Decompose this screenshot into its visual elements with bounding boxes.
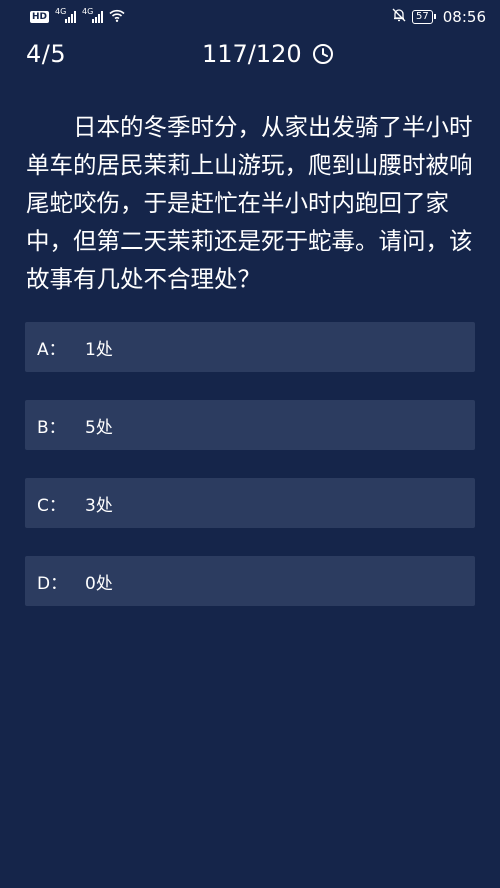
countdown-timer: 117/120 xyxy=(202,40,334,68)
signal-icon: 4G xyxy=(55,7,77,23)
battery-icon: 57 xyxy=(412,10,436,24)
signal-icon: 4G xyxy=(82,7,104,23)
option-b-button[interactable]: B： 5处 xyxy=(25,400,475,450)
option-letter: D： xyxy=(37,573,68,594)
question-text: 日本的冬季时分，从家出发骑了半小时单车的居民茉莉上山游玩，爬到山腰时被响尾蛇咬伤… xyxy=(26,113,473,293)
clock-icon xyxy=(312,43,334,65)
status-bar: HD 4G 4G 57 08:56 xyxy=(0,0,500,34)
wifi-icon xyxy=(109,9,125,26)
option-letter: B： xyxy=(37,417,66,438)
signal-type-label: 4G xyxy=(55,7,67,16)
quiz-screen: HD 4G 4G 57 08:56 4/5 117/120 日本的冬季时分，从家… xyxy=(0,0,500,888)
question-progress: 4/5 xyxy=(26,40,67,68)
hd-icon: HD xyxy=(30,11,50,23)
option-d-button[interactable]: D： 0处 xyxy=(25,556,475,606)
quiz-header: 4/5 117/120 xyxy=(0,38,500,72)
option-label: 5处 xyxy=(85,417,113,438)
status-right: 57 08:56 xyxy=(392,8,486,26)
option-a-button[interactable]: A： 1处 xyxy=(25,322,475,372)
option-label: 1处 xyxy=(85,339,113,360)
option-letter: C： xyxy=(37,495,66,516)
status-time: 08:56 xyxy=(442,8,486,26)
signal-type-label: 4G xyxy=(82,7,94,16)
status-left: HD 4G 4G xyxy=(30,7,125,26)
mute-bell-icon xyxy=(392,8,406,26)
option-letter: A： xyxy=(37,339,66,360)
option-c-button[interactable]: C： 3处 xyxy=(25,478,475,528)
timer-value: 117/120 xyxy=(202,40,302,68)
option-label: 0处 xyxy=(85,573,113,594)
option-label: 3处 xyxy=(85,495,113,516)
